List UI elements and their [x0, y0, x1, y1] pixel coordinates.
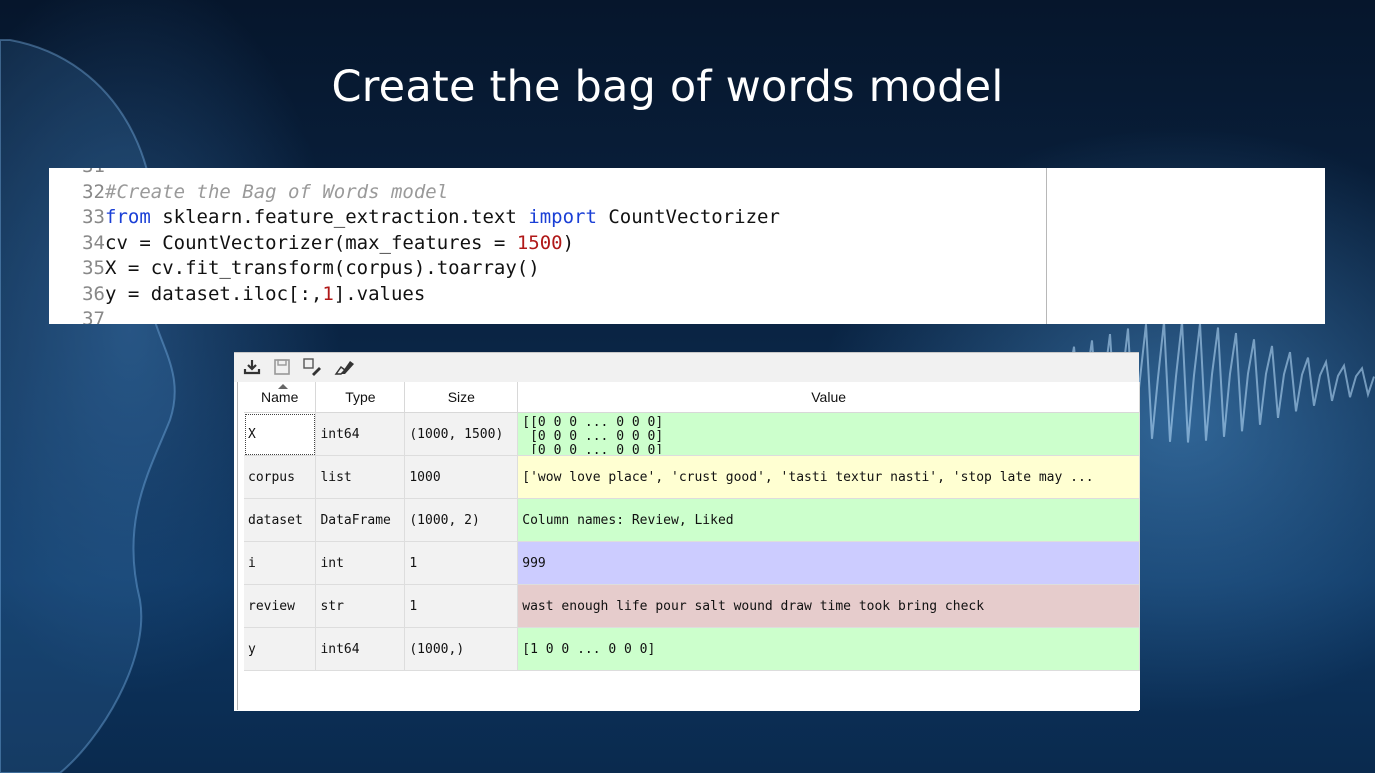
variable-size[interactable]: (1000, 1500): [404, 412, 519, 456]
line-number: 35: [82, 257, 105, 279]
table-row[interactable]: i int 1 999: [244, 541, 1140, 585]
variable-explorer: Name Type Size Value Xint64 (1000, 1500)[…: [234, 352, 1140, 711]
variable-table-container[interactable]: Name Type Size Value Xint64 (1000, 1500)[…: [237, 382, 1140, 710]
variable-size[interactable]: (1000, 2): [404, 498, 519, 542]
variable-value-text: [1 0 0 ... 0 0 0]: [522, 641, 656, 657]
variable-size[interactable]: 1000: [404, 455, 519, 499]
line-number: 37: [82, 308, 105, 324]
column-header-size[interactable]: Size: [404, 382, 519, 413]
code-editor[interactable]: 3132#Create the Bag of Words model33from…: [49, 168, 1325, 324]
variable-type[interactable]: int64: [315, 412, 406, 456]
variable-name[interactable]: corpus: [244, 455, 317, 499]
save-as-icon[interactable]: [301, 356, 323, 378]
table-row[interactable]: Xint64 (1000, 1500) [[0 0 0 ... 0 0 0] [0 …: [244, 412, 1140, 456]
variable-value-text: 999: [522, 555, 546, 571]
code-text: ].values: [333, 282, 426, 305]
variable-size[interactable]: (1000,): [404, 627, 519, 671]
variable-name[interactable]: X: [244, 412, 317, 456]
variable-value-text: Column names: Review, Liked: [522, 512, 734, 528]
editor-margin-rule: [1046, 168, 1047, 324]
eraser-icon[interactable]: [333, 356, 355, 378]
line-number: 32: [82, 180, 105, 203]
variable-type[interactable]: int: [315, 541, 406, 585]
code-line[interactable]: 35X = cv.fit_transform(corpus).toarray(): [49, 255, 540, 281]
line-number: 33: [82, 206, 105, 228]
column-header-value[interactable]: Value: [517, 382, 1140, 413]
code-text: CountVectorizer: [596, 206, 780, 228]
explorer-toolbar: [234, 353, 1139, 382]
table-row[interactable]: y int64 (1000,) [1 0 0 ... 0 0 0]: [244, 627, 1140, 671]
variable-value[interactable]: wast enough life pour salt wound draw ti…: [517, 584, 1140, 628]
code-line[interactable]: 33from sklearn.feature_extraction.text i…: [49, 204, 780, 230]
code-text: y = dataset.iloc[:,: [105, 282, 323, 305]
variable-value-text: [[0 0 0 ... 0 0 0] [0 0 0 ... 0 0 0] [0 …: [522, 415, 664, 455]
code-keyword: import: [528, 206, 597, 228]
variable-type[interactable]: list: [315, 455, 406, 499]
code-line[interactable]: 31: [49, 168, 105, 179]
variable-name[interactable]: review: [244, 584, 317, 628]
code-keyword: from: [105, 206, 151, 228]
variable-value[interactable]: ['wow love place', 'crust good', 'tasti …: [517, 455, 1140, 499]
column-header-type[interactable]: Type: [315, 382, 406, 413]
code-text: sklearn.feature_extraction.text: [150, 206, 529, 228]
code-text: X = cv.fit_transform(corpus).toarray(): [105, 257, 540, 279]
table-row[interactable]: review str 1 wast enough life pour salt wou…: [244, 584, 1140, 628]
variable-name[interactable]: y: [244, 627, 317, 671]
variable-value[interactable]: [1 0 0 ... 0 0 0]: [517, 627, 1140, 671]
variable-value-text: ['wow love place', 'crust good', 'tasti …: [522, 469, 1094, 485]
code-number: 1: [322, 282, 334, 305]
line-number: 34: [82, 231, 105, 254]
slide-title: Create the bag of words model: [331, 62, 1004, 112]
variable-value[interactable]: [[0 0 0 ... 0 0 0] [0 0 0 ... 0 0 0] [0 …: [517, 412, 1140, 456]
code-comment: #Create the Bag of Words model: [105, 180, 449, 203]
table-row[interactable]: dataset DataFrame (1000, 2) Column names: R…: [244, 498, 1140, 542]
variable-size[interactable]: 1: [404, 584, 519, 628]
variable-type[interactable]: int64: [315, 627, 406, 671]
variable-name[interactable]: dataset: [244, 498, 317, 542]
variable-table: Name Type Size Value Xint64 (1000, 1500)[…: [244, 382, 1140, 671]
variable-name[interactable]: i: [244, 541, 317, 585]
column-header-name[interactable]: Name: [244, 382, 317, 413]
code-line[interactable]: 36y = dataset.iloc[:,1].values: [49, 281, 425, 307]
variable-size[interactable]: 1: [404, 541, 519, 585]
code-line[interactable]: 37: [49, 306, 105, 324]
variable-type[interactable]: DataFrame: [315, 498, 406, 542]
variable-value[interactable]: 999: [517, 541, 1140, 585]
variable-value[interactable]: Column names: Review, Liked: [517, 498, 1140, 542]
code-text: cv = CountVectorizer(max_features =: [105, 231, 517, 254]
variable-type[interactable]: str: [315, 584, 406, 628]
save-icon[interactable]: [271, 356, 293, 378]
code-text: ): [562, 231, 575, 254]
code-line[interactable]: 34cv = CountVectorizer(max_features = 15…: [49, 230, 574, 256]
line-number: 31: [49, 168, 105, 179]
code-line[interactable]: 32#Create the Bag of Words model: [49, 179, 448, 205]
table-row[interactable]: corpus list 1000 ['wow love place', 'crust …: [244, 455, 1140, 499]
variable-value-text: wast enough life pour salt wound draw ti…: [522, 598, 985, 614]
code-number: 1500: [516, 231, 563, 254]
line-number: 36: [82, 282, 105, 305]
download-icon[interactable]: [241, 356, 263, 378]
